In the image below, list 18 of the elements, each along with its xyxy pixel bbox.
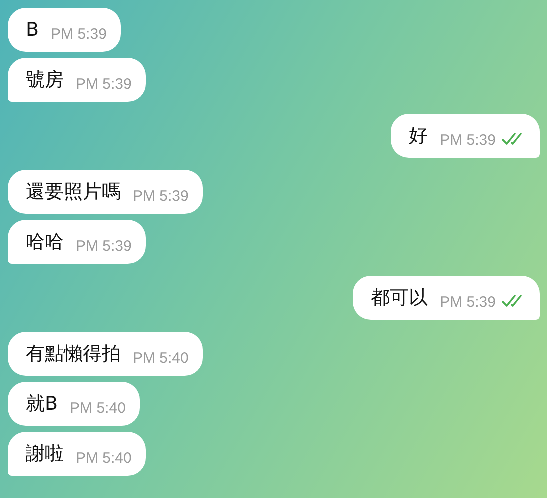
message-time: PM 5:39 (51, 26, 107, 42)
message-time: PM 5:40 (76, 450, 132, 466)
message-text: 都可以 (371, 286, 428, 311)
message-time: PM 5:39 (133, 188, 189, 204)
message-text: 就B (26, 392, 58, 417)
message-time: PM 5:39 (440, 294, 496, 310)
message-text: 好 (409, 124, 428, 149)
message-text: 號房 (26, 68, 64, 93)
message-text: 有點懶得拍 (26, 342, 121, 367)
message-time: PM 5:39 (76, 76, 132, 92)
message-time: PM 5:40 (133, 350, 189, 366)
message-text: B (26, 19, 40, 41)
message-text: 還要照片嗎 (26, 180, 121, 205)
message-time: PM 5:39 (76, 238, 132, 254)
message-text: 哈哈 (26, 230, 64, 255)
message-time: PM 5:40 (70, 400, 126, 416)
message-time: PM 5:39 (440, 132, 496, 148)
message-text: 謝啦 (26, 442, 64, 467)
